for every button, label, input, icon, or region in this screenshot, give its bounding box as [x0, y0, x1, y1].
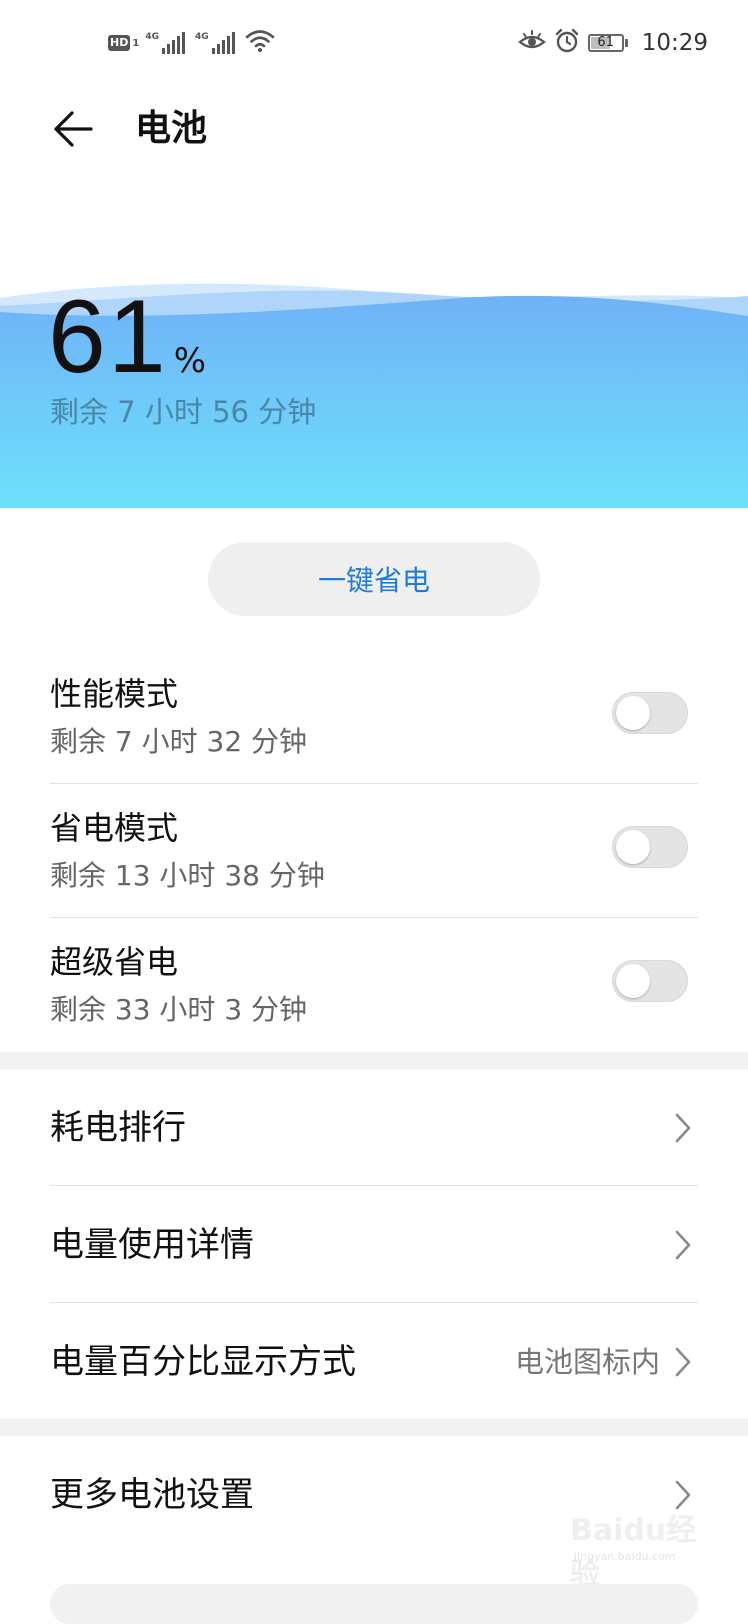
signal-sim2-icon: 4G — [195, 32, 235, 54]
status-left: HD 1 4G 4G — [108, 28, 275, 58]
ultra-power-saving-toggle[interactable] — [612, 960, 688, 1002]
section-separator — [0, 1418, 748, 1436]
page-title: 电池 — [135, 108, 208, 149]
performance-mode-toggle[interactable] — [612, 692, 688, 734]
toggle-knob — [616, 964, 650, 998]
alarm-icon — [554, 28, 580, 58]
list-item-label: 电量使用详情 — [50, 1225, 254, 1265]
divider — [50, 783, 698, 784]
mode-title: 性能模式 — [50, 675, 179, 713]
list-item-label: 电量百分比显示方式 — [50, 1342, 356, 1382]
chevron-right-icon — [668, 1340, 698, 1384]
watermark-logo: Baidu经验 — [570, 1513, 697, 1592]
status-right: 61 10:29 — [517, 26, 708, 60]
mode-title: 超级省电 — [50, 943, 179, 981]
hd-voice-icon: HD 1 — [108, 35, 139, 51]
mode-title: 省电模式 — [50, 809, 179, 847]
status-bar: HD 1 4G 4G 61 10:29 — [0, 0, 748, 86]
chevron-right-icon — [668, 1106, 698, 1150]
battery-percent-unit: % — [173, 341, 206, 381]
status-time: 10:29 — [641, 30, 708, 56]
back-button[interactable] — [48, 104, 98, 154]
power-saving-mode-row[interactable]: 省电模式 剩余 13 小时 38 分钟 — [50, 806, 698, 940]
eye-comfort-icon — [517, 30, 546, 56]
divider — [50, 917, 698, 918]
toggle-knob — [616, 830, 650, 864]
battery-percent-value: 61 — [48, 279, 168, 395]
mode-remaining: 剩余 7 小时 32 分钟 — [50, 725, 308, 758]
sim1-network-tag: 4G — [145, 32, 159, 42]
battery-remaining-time: 剩余 7 小时 56 分钟 — [50, 395, 317, 429]
list-item-label: 更多电池设置 — [50, 1475, 254, 1515]
list-item-label: 耗电排行 — [50, 1108, 186, 1148]
power-saving-mode-toggle[interactable] — [612, 826, 688, 868]
bottom-partial-card — [50, 1584, 698, 1624]
battery-percentage: 61% — [48, 282, 206, 392]
signal-sim1-icon: 4G — [145, 32, 185, 54]
hd-label: HD — [108, 35, 131, 51]
divider — [50, 1185, 698, 1186]
power-usage-details-row[interactable]: 电量使用详情 — [50, 1187, 698, 1303]
section-separator — [0, 1052, 748, 1070]
one-key-save-button[interactable]: 一键省电 — [208, 542, 540, 616]
power-consumption-ranking-row[interactable]: 耗电排行 — [50, 1070, 698, 1186]
chevron-right-icon — [668, 1223, 698, 1267]
battery-status-icon: 61 — [587, 34, 628, 52]
sim2-network-tag: 4G — [194, 32, 209, 42]
wifi-icon — [245, 28, 275, 58]
hd-sub-label: 1 — [132, 37, 140, 49]
battery-percentage-display-row[interactable]: 电量百分比显示方式 电池图标内 — [50, 1304, 698, 1420]
divider — [50, 1302, 698, 1303]
performance-mode-row[interactable]: 性能模式 剩余 7 小时 32 分钟 — [50, 672, 698, 806]
baidu-jingyan-watermark: Baidu经验 jingyan.baidu.com — [570, 1505, 720, 1592]
toggle-knob — [616, 696, 650, 730]
mode-remaining: 剩余 33 小时 3 分钟 — [50, 993, 308, 1026]
back-arrow-icon — [54, 111, 93, 147]
battery-status-level: 61 — [597, 35, 614, 50]
list-item-value: 电池图标内 — [514, 1345, 660, 1379]
watermark-url: jingyan.baidu.com — [574, 1550, 676, 1563]
mode-remaining: 剩余 13 小时 38 分钟 — [50, 859, 325, 892]
app-header: 电池 — [0, 90, 748, 170]
